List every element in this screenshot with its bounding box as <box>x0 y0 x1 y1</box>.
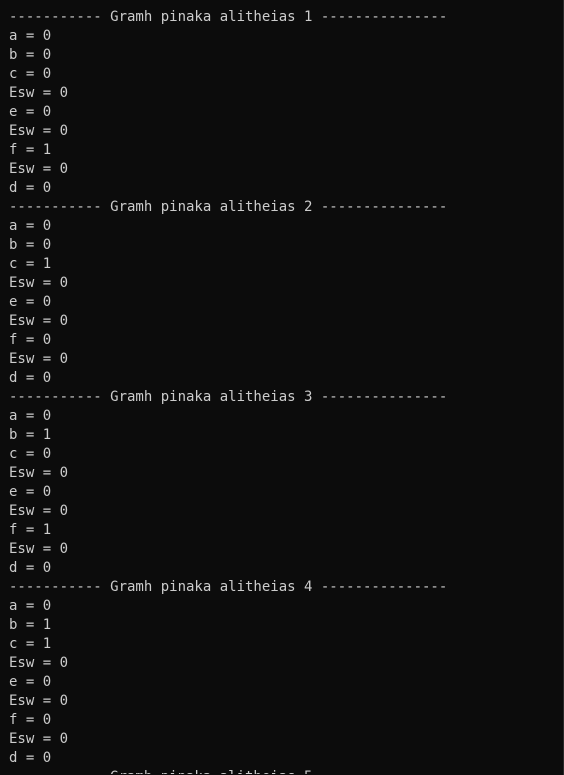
console-line: Esw = 0 <box>9 313 69 329</box>
console-line: f = 1 <box>9 142 52 158</box>
console-line: e = 0 <box>9 104 52 120</box>
console-line: f = 0 <box>9 712 52 728</box>
console-line: Esw = 0 <box>9 465 69 481</box>
console-line: Esw = 0 <box>9 503 69 519</box>
console-line: e = 0 <box>9 484 52 500</box>
console-line: Esw = 0 <box>9 655 69 671</box>
section-header-line: ----------- Gramh pinaka alitheias 1 ---… <box>9 9 448 25</box>
console-line: Esw = 0 <box>9 541 69 557</box>
console-line: b = 1 <box>9 617 52 633</box>
console-line: d = 0 <box>9 560 52 576</box>
console-line: b = 0 <box>9 237 52 253</box>
console-line: a = 0 <box>9 218 52 234</box>
console-line: Esw = 0 <box>9 693 69 709</box>
console-line: a = 0 <box>9 28 52 44</box>
console-lines: ----------- Gramh pinaka alitheias 1 ---… <box>9 8 563 768</box>
console-line: e = 0 <box>9 674 52 690</box>
console-output[interactable]: ----------- Gramh pinaka alitheias 1 ---… <box>0 0 564 775</box>
console-line-partial: ----------- Gramh pinaka alitheias 5 ---… <box>9 768 563 774</box>
console-line: a = 0 <box>9 598 52 614</box>
section-header-line: ----------- Gramh pinaka alitheias 4 ---… <box>9 579 448 595</box>
console-line: c = 0 <box>9 66 52 82</box>
console-line: b = 1 <box>9 427 52 443</box>
console-line: Esw = 0 <box>9 731 69 747</box>
console-line: b = 0 <box>9 47 52 63</box>
console-line: d = 0 <box>9 370 52 386</box>
section-header-line: ----------- Gramh pinaka alitheias 2 ---… <box>9 199 448 215</box>
console-line: d = 0 <box>9 750 52 766</box>
console-line: Esw = 0 <box>9 161 69 177</box>
console-line: Esw = 0 <box>9 351 69 367</box>
console-line: a = 0 <box>9 408 52 424</box>
console-line: c = 0 <box>9 446 52 462</box>
section-header-line: ----------- Gramh pinaka alitheias 3 ---… <box>9 389 448 405</box>
console-line: c = 1 <box>9 636 52 652</box>
console-line: Esw = 0 <box>9 85 69 101</box>
console-line: f = 0 <box>9 332 52 348</box>
console-line: d = 0 <box>9 180 52 196</box>
console-line: Esw = 0 <box>9 123 69 139</box>
console-line: e = 0 <box>9 294 52 310</box>
console-line: Esw = 0 <box>9 275 69 291</box>
console-line: c = 1 <box>9 256 52 272</box>
console-line: f = 1 <box>9 522 52 538</box>
